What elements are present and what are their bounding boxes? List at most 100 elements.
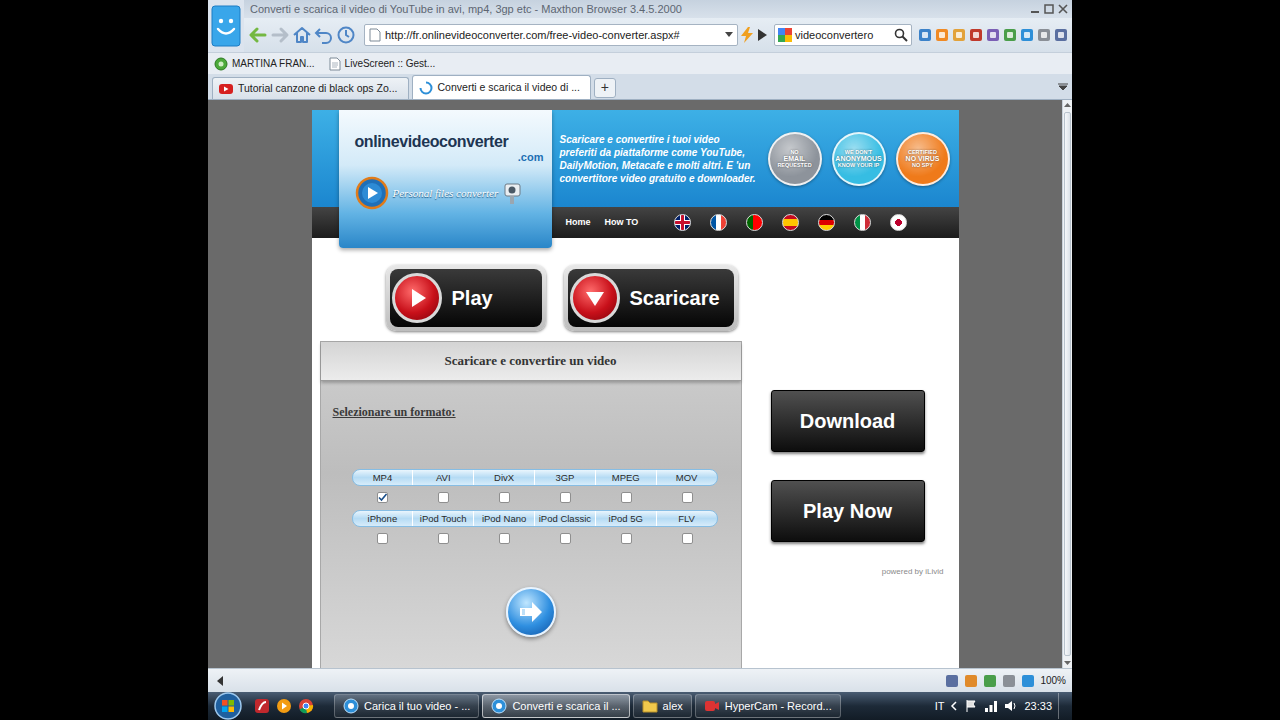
search-box[interactable]: videoconvertero (774, 24, 912, 46)
undo-icon[interactable] (314, 24, 334, 46)
sound-icon[interactable] (1002, 674, 1016, 688)
forward-arrow-icon[interactable] (270, 24, 290, 46)
format-checkbox[interactable] (438, 492, 449, 503)
bookmark-icon[interactable] (918, 28, 932, 42)
action-center-flag-icon[interactable] (964, 699, 978, 713)
bookmark-label[interactable]: MARTINA FRAN... (232, 56, 315, 71)
task-label[interactable]: alex (663, 698, 683, 715)
format-checkbox[interactable] (499, 533, 510, 544)
format-checkbox[interactable] (682, 492, 693, 503)
browser-tab[interactable]: Tutorial canzone di black ops Zo... (212, 77, 409, 99)
clock[interactable]: 23:33 (1024, 698, 1052, 715)
scroll-thumb[interactable] (1064, 112, 1071, 656)
logo-name[interactable]: onlinevideoconverter (355, 132, 544, 151)
home-icon[interactable] (292, 24, 312, 46)
search-text[interactable]: videoconvertero (795, 27, 891, 44)
flash-app-icon[interactable] (254, 698, 270, 714)
chrome-icon[interactable] (298, 698, 314, 714)
play-button[interactable]: Play (386, 265, 546, 331)
taskbar-button[interactable]: Converti e scarica il ... (482, 694, 629, 718)
share-icon[interactable] (1003, 28, 1017, 42)
format-checkbox[interactable] (621, 533, 632, 544)
seal-bottom-text: NO SPY (912, 162, 933, 168)
format-checkbox[interactable] (560, 492, 571, 503)
format-checkbox[interactable] (438, 533, 449, 544)
network-icon[interactable] (984, 699, 998, 713)
bookmark-item[interactable]: MARTINA FRAN... (214, 56, 315, 71)
italy-flag-icon[interactable] (854, 214, 871, 231)
browser-tab[interactable]: Converti e scarica il video di ... (412, 75, 591, 99)
magnifier-icon[interactable] (894, 28, 908, 42)
scroll-up-icon[interactable] (1063, 100, 1072, 110)
site-logo[interactable]: onlinevideoconverter.comPersonal files c… (339, 110, 552, 248)
night-icon[interactable] (1021, 674, 1035, 688)
volume-icon[interactable] (1004, 699, 1018, 713)
tools-icon[interactable] (986, 28, 1000, 42)
uk-flag-icon[interactable] (674, 214, 691, 231)
vertical-scrollbar[interactable] (1062, 100, 1072, 668)
japan-flag-icon[interactable] (890, 214, 907, 231)
lightning-icon[interactable] (740, 27, 754, 43)
dropdown-arrow-icon[interactable] (725, 32, 733, 38)
media-player-icon[interactable] (276, 698, 292, 714)
tab-menu-icon[interactable] (1058, 83, 1068, 91)
taskbar-button[interactable]: Carica il tuo video - ... (334, 694, 479, 718)
france-flag-icon[interactable] (710, 214, 727, 231)
language-indicator[interactable]: IT (935, 698, 945, 715)
menu-icon[interactable] (1054, 28, 1068, 42)
download-button[interactable]: Download (771, 390, 925, 452)
windows-start-icon[interactable] (208, 692, 248, 720)
format-checkbox[interactable] (560, 533, 571, 544)
bookmark-item[interactable]: LiveScreen :: Gest... (329, 56, 436, 71)
mail-icon[interactable] (969, 28, 983, 42)
maxthon-logo-icon[interactable] (211, 5, 241, 47)
address-text[interactable]: http://fr.onlinevideoconverter.com/free-… (385, 27, 721, 44)
convert-button[interactable] (506, 587, 556, 637)
zoom-level[interactable]: 100% (1040, 673, 1066, 688)
sidebar-toggle-icon[interactable] (214, 675, 226, 687)
download-button[interactable]: Scaricare (564, 265, 738, 331)
format-checkbox[interactable] (682, 533, 693, 544)
spain-flag-icon[interactable] (782, 214, 799, 231)
logo-suffix[interactable]: .com (355, 151, 544, 164)
rss-icon[interactable] (935, 28, 949, 42)
nav-link[interactable]: Home (566, 216, 591, 230)
address-bar[interactable]: http://fr.onlinevideoconverter.com/free-… (364, 24, 738, 46)
close-icon[interactable] (1058, 4, 1068, 14)
tab-label[interactable]: Tutorial canzone di black ops Zo... (238, 81, 398, 97)
task-label[interactable]: HyperCam - Record... (725, 698, 832, 715)
new-tab-button[interactable]: + (594, 78, 616, 98)
play-now-button[interactable]: Play Now (771, 480, 925, 542)
format-checkbox[interactable] (377, 492, 388, 503)
format-checkbox[interactable] (499, 492, 510, 503)
format-checkbox[interactable] (377, 533, 388, 544)
show-hidden-icon[interactable] (950, 701, 958, 711)
taskbar-button[interactable]: alex (633, 694, 692, 718)
history-clock-icon[interactable] (336, 24, 356, 46)
tab-label[interactable]: Converti e scarica il video di ... (438, 80, 580, 96)
go-arrow-icon[interactable] (756, 28, 768, 42)
speed-icon[interactable] (983, 674, 997, 688)
scroll-down-icon[interactable] (1063, 658, 1072, 668)
taskbar-button[interactable]: HyperCam - Record... (695, 694, 841, 718)
download-icon[interactable] (964, 674, 978, 688)
button-label[interactable]: Play (452, 283, 493, 313)
maximize-icon[interactable] (1044, 4, 1054, 14)
google-icon[interactable] (778, 28, 792, 42)
layout-icon[interactable] (945, 674, 959, 688)
show-desktop-button[interactable] (1058, 693, 1068, 719)
intro-text: Scaricare e convertire i tuoi video pref… (560, 133, 760, 185)
notes-icon[interactable] (952, 28, 966, 42)
portugal-flag-icon[interactable] (746, 214, 763, 231)
back-arrow-icon[interactable] (248, 24, 268, 46)
task-label[interactable]: Converti e scarica il ... (512, 698, 620, 715)
bookmark-label[interactable]: LiveScreen :: Gest... (345, 56, 436, 71)
screenshot-icon[interactable] (1020, 28, 1034, 42)
nav-link[interactable]: How TO (605, 216, 639, 230)
format-checkbox[interactable] (621, 492, 632, 503)
task-label[interactable]: Carica il tuo video - ... (364, 698, 470, 715)
minimize-icon[interactable] (1030, 4, 1040, 14)
settings-icon[interactable] (1037, 28, 1051, 42)
button-label[interactable]: Scaricare (630, 283, 720, 313)
germany-flag-icon[interactable] (818, 214, 835, 231)
